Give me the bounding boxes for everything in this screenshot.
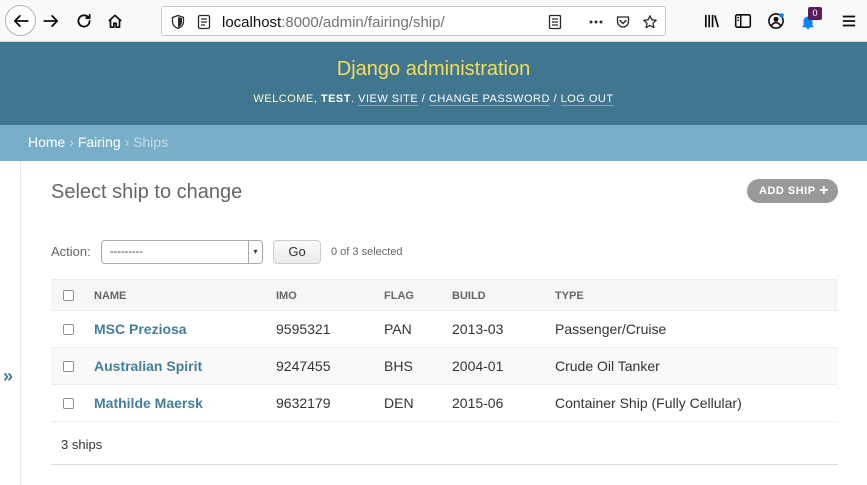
ship-link[interactable]: MSC Preziosa [94, 321, 187, 337]
type-cell: Passenger/Cruise [555, 321, 667, 337]
action-label: Action: [51, 244, 91, 259]
results-table: Name IMO Flag Build Type MSC Preziosa 95… [51, 279, 838, 465]
admin-header: Django administration Welcome, test. Vie… [0, 42, 867, 125]
log-out-link[interactable]: Log out [560, 93, 614, 106]
selection-counter: 0 of 3 selected [331, 246, 403, 258]
build-cell: 2004-01 [452, 358, 504, 374]
breadcrumb: Home › Fairing › Ships [0, 125, 867, 161]
table-row: MSC Preziosa 9595321 PAN 2013-03 Passeng… [51, 311, 838, 348]
username: test [320, 93, 351, 105]
reader-icon[interactable] [545, 12, 565, 32]
column-header-name[interactable]: Name [94, 290, 126, 302]
result-count: 3 ships [61, 437, 103, 452]
build-cell: 2015-06 [452, 395, 504, 411]
row-checkbox[interactable] [63, 324, 74, 335]
table-row: Australian Spirit 9247455 BHS 2004-01 Cr… [51, 348, 838, 385]
column-header-imo[interactable]: IMO [276, 290, 297, 302]
user-tools: Welcome, test. View site / Change passwo… [253, 93, 614, 106]
flag-cell: DEN [384, 395, 414, 411]
page-title: Select ship to change [51, 181, 243, 203]
notification-badge: 0 [808, 7, 822, 20]
account-icon[interactable] [762, 7, 790, 35]
breadcrumb-current: Ships [133, 134, 169, 150]
reload-icon[interactable] [70, 7, 98, 35]
ship-name-cell: MSC Preziosa [94, 321, 187, 337]
add-ship-label: Add ship [759, 185, 816, 197]
info-icon[interactable] [194, 12, 214, 32]
column-header-build[interactable]: Build [452, 290, 486, 302]
library-icon[interactable] [698, 7, 726, 35]
forward-icon[interactable] [37, 7, 65, 35]
imo-cell: 9247455 [276, 358, 331, 374]
view-site-link[interactable]: View site [358, 93, 419, 106]
ship-link[interactable]: Australian Spirit [94, 358, 202, 374]
menu-icon[interactable] [835, 7, 863, 35]
table-row: Mathilde Maersk 9632179 DEN 2015-06 Cont… [51, 385, 838, 422]
sidebar-icon[interactable] [729, 7, 757, 35]
more-icon[interactable] [586, 12, 606, 32]
change-password-link[interactable]: Change password [428, 93, 550, 106]
home-icon[interactable] [101, 7, 129, 35]
column-header-flag[interactable]: Flag [384, 290, 414, 302]
shield-icon[interactable] [168, 12, 188, 32]
build-cell: 2013-03 [452, 321, 504, 337]
nav-sidebar-toggle[interactable]: » [0, 161, 21, 485]
row-checkbox[interactable] [63, 398, 74, 409]
imo-cell: 9632179 [276, 395, 331, 411]
expand-sidebar-icon[interactable]: » [3, 366, 13, 387]
table-header: Name IMO Flag Build Type [51, 279, 838, 311]
pocket-icon[interactable] [613, 12, 633, 32]
action-selected-value: --------- [110, 246, 143, 258]
welcome-text: Welcome, [253, 93, 321, 105]
action-select[interactable]: --------- ▾ [101, 240, 263, 264]
select-all-checkbox[interactable] [63, 290, 74, 301]
type-cell: Crude Oil Tanker [555, 358, 660, 374]
type-cell: Container Ship (Fully Cellular) [555, 395, 742, 411]
url-bar[interactable]: localhost:8000/admin/fairing/ship/ [161, 6, 666, 36]
back-icon[interactable] [5, 5, 36, 36]
url-host: localhost [222, 14, 282, 31]
imo-cell: 9595321 [276, 321, 331, 337]
bookmark-star-icon[interactable] [640, 12, 660, 32]
browser-toolbar: localhost:8000/admin/fairing/ship/ 0 [0, 0, 867, 42]
ship-name-cell: Australian Spirit [94, 358, 202, 374]
url-text[interactable]: localhost:8000/admin/fairing/ship/ [222, 14, 445, 31]
flag-cell: PAN [384, 321, 412, 337]
column-header-type[interactable]: Type [555, 290, 584, 302]
chevron-down-icon[interactable]: ▾ [248, 241, 262, 263]
paginator: 3 ships [51, 422, 838, 465]
ship-name-cell: Mathilde Maersk [94, 395, 203, 411]
flag-cell: BHS [384, 358, 413, 374]
go-button[interactable]: Go [273, 240, 321, 264]
breadcrumb-app[interactable]: Fairing [78, 134, 121, 150]
add-ship-button[interactable]: Add ship + [747, 179, 838, 203]
ship-link[interactable]: Mathilde Maersk [94, 395, 203, 411]
breadcrumb-home[interactable]: Home [28, 134, 65, 150]
row-checkbox[interactable] [63, 361, 74, 372]
site-branding[interactable]: Django administration [0, 58, 867, 81]
plus-icon: + [819, 182, 829, 199]
url-path: :8000/admin/fairing/ship/ [281, 14, 445, 31]
